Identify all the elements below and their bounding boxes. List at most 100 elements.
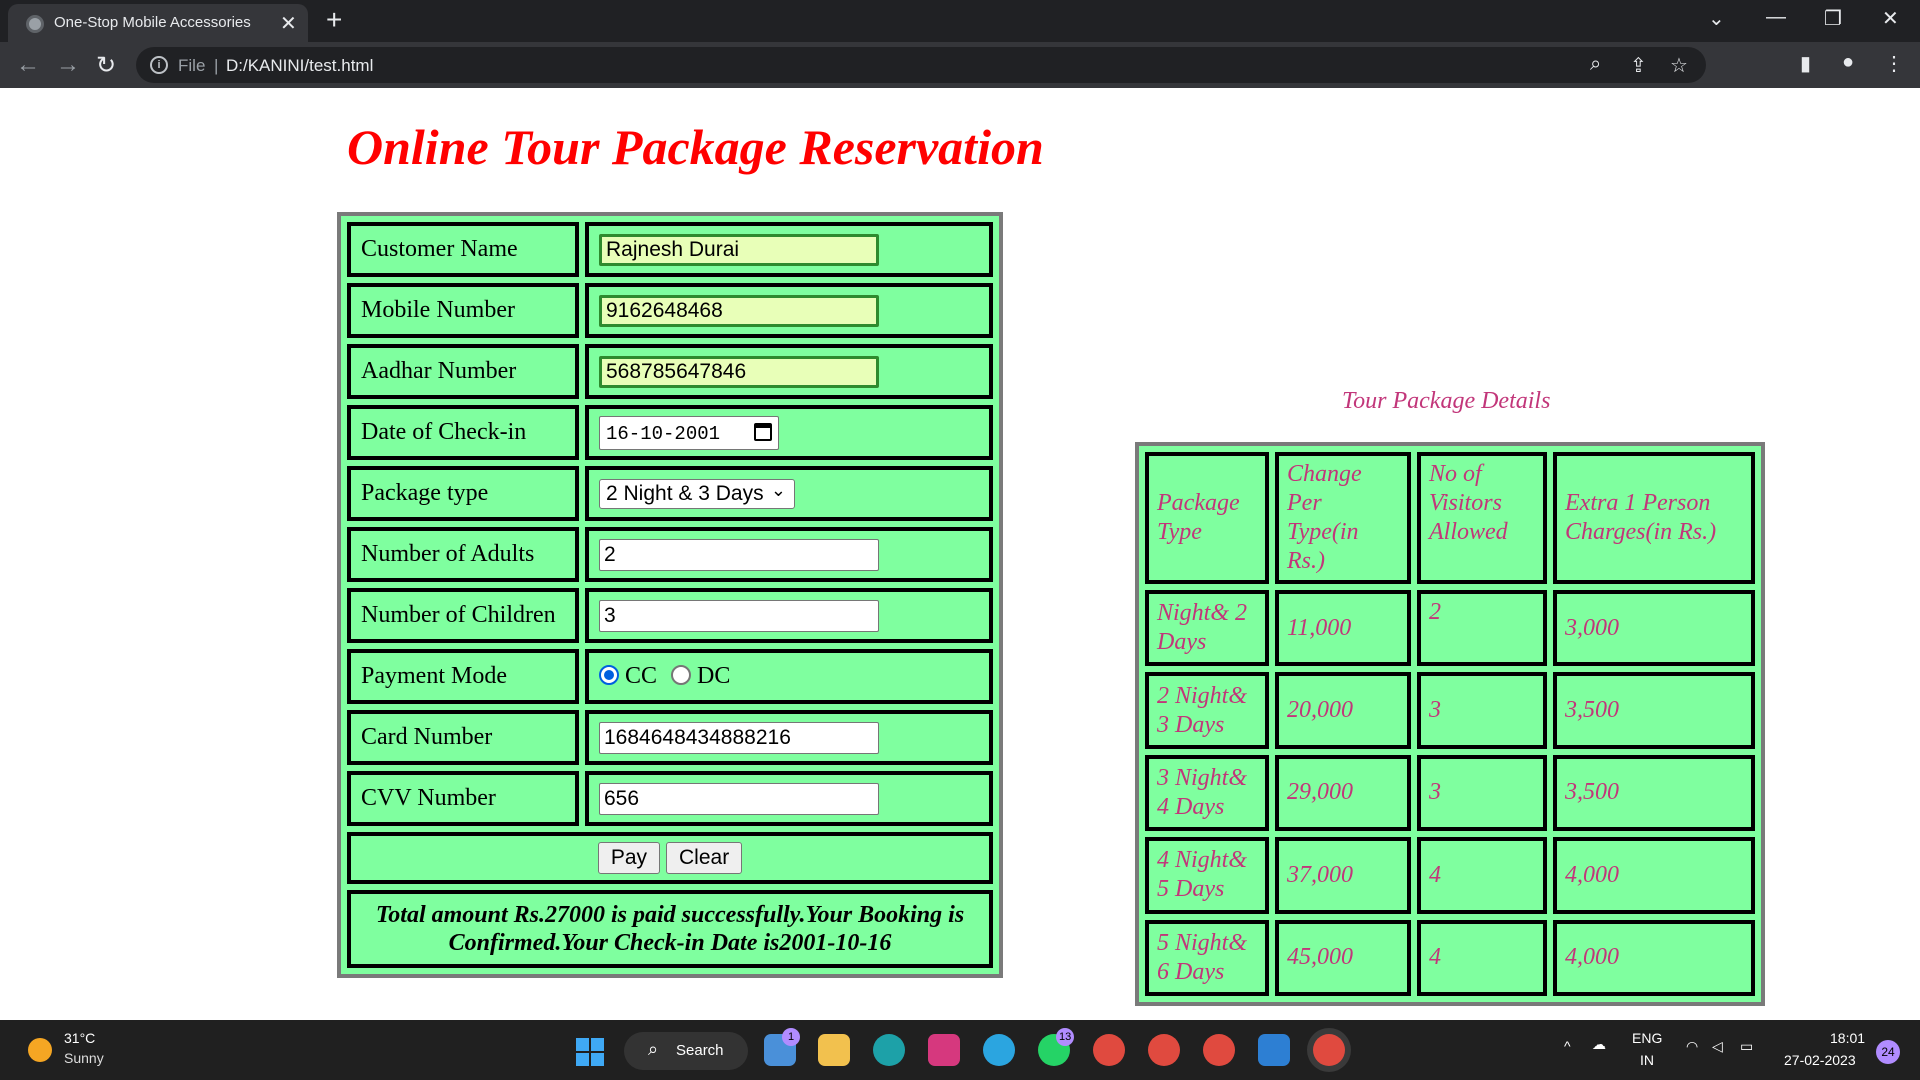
reservation-form: Customer Name Mobile Number Aadhar Numbe… — [337, 212, 1003, 978]
telegram-icon[interactable] — [983, 1034, 1015, 1066]
info-icon[interactable]: i — [150, 56, 168, 74]
header-extra-charge-line-1: Extra 1 Person — [1565, 490, 1711, 516]
visitors-cell: 2 — [1417, 590, 1547, 667]
onedrive-icon[interactable]: ☁ — [1592, 1036, 1606, 1053]
page-title: Online Tour Package Reservation — [347, 119, 1044, 175]
payment-dc-radio[interactable] — [671, 665, 692, 685]
mobile-number-label: Mobile Number — [347, 283, 579, 338]
aadhar-number-input[interactable] — [599, 355, 879, 388]
clear-button[interactable]: Clear — [666, 842, 743, 874]
globe-icon — [26, 15, 44, 33]
header-visitors: No of Visitors Allowed — [1417, 452, 1547, 584]
package-type-cell: 3 Night& 4 Days — [1145, 754, 1269, 832]
weather-sun-icon[interactable] — [28, 1038, 52, 1062]
back-icon[interactable]: ← — [16, 51, 40, 79]
charge-cell: 29,000 — [1275, 754, 1411, 832]
zoom-icon[interactable]: ⌕ — [1590, 53, 1601, 76]
extra-charge-cell: 4,000 — [1553, 919, 1755, 996]
browser-tab[interactable]: One-Stop Mobile Accessories ✕ — [8, 4, 308, 42]
package-type-cell: 2 Night & 3 Days ⌄ — [585, 466, 993, 521]
package-type-line-2: 5 Days — [1157, 876, 1225, 903]
calendar-icon[interactable] — [754, 422, 772, 441]
package-type-line-2: 6 Days — [1157, 958, 1225, 985]
url-scheme-label: File — [178, 56, 206, 75]
menu-icon[interactable]: ⋮ — [1884, 51, 1904, 76]
aadhar-number-label: Aadhar Number — [347, 344, 579, 399]
browser-toolbar: ← → ↻ i File | D:/KANINI/test.html ☆ ⇪ ⌕… — [0, 42, 1920, 88]
language-region[interactable]: IN — [1640, 1052, 1654, 1068]
weather-description[interactable]: Sunny — [64, 1050, 104, 1066]
package-type-cell: 2 Night& 3 Days — [1145, 672, 1269, 749]
success-message-line-2: Confirmed.Your Check-in Date is2001-10-1… — [448, 930, 892, 956]
weather-temperature[interactable]: 31°C — [64, 1030, 95, 1046]
checkin-date-input[interactable]: 16-10-2001 — [599, 415, 779, 450]
chevron-down-icon: ⌄ — [770, 479, 786, 500]
tray-overflow-chevron-icon[interactable]: ^ — [1564, 1038, 1571, 1054]
package-type-cell: 5 Night& 6 Days — [1145, 919, 1269, 996]
header-charge-line-1: Change — [1287, 461, 1362, 487]
package-type-select[interactable]: 2 Night & 3 Days ⌄ — [599, 478, 795, 509]
battery-icon[interactable]: ▭ — [1740, 1038, 1753, 1055]
url-divider: | — [214, 56, 219, 75]
card-number-input[interactable] — [599, 721, 879, 754]
header-extra-charge: Extra 1 Person Charges(in Rs.) — [1553, 452, 1755, 584]
vscode-icon[interactable] — [1258, 1034, 1290, 1066]
address-bar[interactable]: i File | D:/KANINI/test.html ☆ ⇪ ⌕ — [136, 47, 1706, 83]
header-package-type-line-1: Package — [1157, 490, 1240, 516]
instagram-icon[interactable] — [928, 1034, 960, 1066]
mobile-number-input[interactable] — [599, 294, 879, 327]
url-text[interactable]: D:/KANINI/test.html — [226, 56, 373, 76]
windows-start-icon[interactable] — [576, 1038, 604, 1066]
package-type-value: 2 Night & 3 Days — [606, 481, 764, 505]
children-input[interactable] — [599, 599, 879, 632]
notification-count-badge[interactable]: 24 — [1876, 1040, 1900, 1064]
edge-browser-icon[interactable] — [873, 1034, 905, 1066]
close-window-icon[interactable]: ✕ — [1882, 6, 1899, 31]
forward-icon[interactable]: → — [56, 51, 80, 79]
reload-icon[interactable]: ↻ — [96, 51, 116, 80]
pay-button[interactable]: Pay — [597, 842, 660, 874]
chrome-icon[interactable] — [1093, 1034, 1125, 1066]
header-visitors-line-3: Allowed — [1429, 519, 1508, 545]
customer-name-cell — [585, 222, 993, 277]
restore-icon[interactable]: ❐ — [1824, 6, 1842, 31]
cvv-number-input[interactable] — [599, 782, 879, 815]
payment-cc-radio[interactable] — [599, 665, 619, 685]
clock-time[interactable]: 18:01 — [1830, 1030, 1865, 1046]
aadhar-number-cell — [585, 344, 993, 399]
package-type-line-1: Night& 2 — [1157, 600, 1248, 627]
adults-cell — [585, 527, 993, 582]
language-code[interactable]: ENG — [1632, 1030, 1662, 1046]
tab-search-chevron-icon[interactable]: ⌄ — [1708, 6, 1725, 31]
card-number-cell — [585, 710, 993, 765]
adults-input[interactable] — [599, 538, 879, 571]
share-icon[interactable]: ⇪ — [1630, 53, 1647, 78]
package-type-line-2: 4 Days — [1157, 793, 1225, 820]
extra-charge-cell: 3,500 — [1553, 672, 1755, 749]
package-type-line-2: Days — [1157, 629, 1207, 656]
mobile-number-cell — [585, 283, 993, 338]
taskbar-search-label: Search — [676, 1042, 724, 1059]
bookmark-star-icon[interactable]: ☆ — [1670, 53, 1688, 78]
chrome-active-icon[interactable] — [1313, 1034, 1345, 1066]
chrome-profile-2-icon[interactable] — [1203, 1034, 1235, 1066]
package-type-cell: Night& 2 Days — [1145, 590, 1269, 667]
new-tab-icon[interactable]: + — [326, 4, 342, 36]
payment-mode-label: Payment Mode — [347, 649, 579, 704]
clock-date[interactable]: 27-02-2023 — [1784, 1052, 1856, 1068]
minimize-icon[interactable]: — — [1766, 6, 1786, 29]
search-icon: ⌕ — [648, 1039, 659, 1059]
side-panel-icon[interactable]: ▮ — [1800, 51, 1811, 76]
wifi-icon[interactable]: ◠ — [1686, 1038, 1698, 1055]
payment-dc-label[interactable]: DC — [697, 663, 730, 689]
chrome-profile-icon[interactable] — [1148, 1034, 1180, 1066]
close-tab-icon[interactable]: ✕ — [280, 11, 297, 36]
file-explorer-icon[interactable] — [818, 1034, 850, 1066]
package-type-cell: 4 Night& 5 Days — [1145, 837, 1269, 914]
taskbar-search[interactable]: ⌕ Search — [624, 1032, 748, 1070]
volume-icon[interactable]: ◁ — [1712, 1038, 1723, 1055]
payment-cc-label[interactable]: CC — [625, 663, 657, 689]
adults-label: Number of Adults — [347, 527, 579, 582]
profile-icon[interactable]: ● — [1842, 51, 1854, 74]
customer-name-input[interactable] — [599, 233, 879, 266]
